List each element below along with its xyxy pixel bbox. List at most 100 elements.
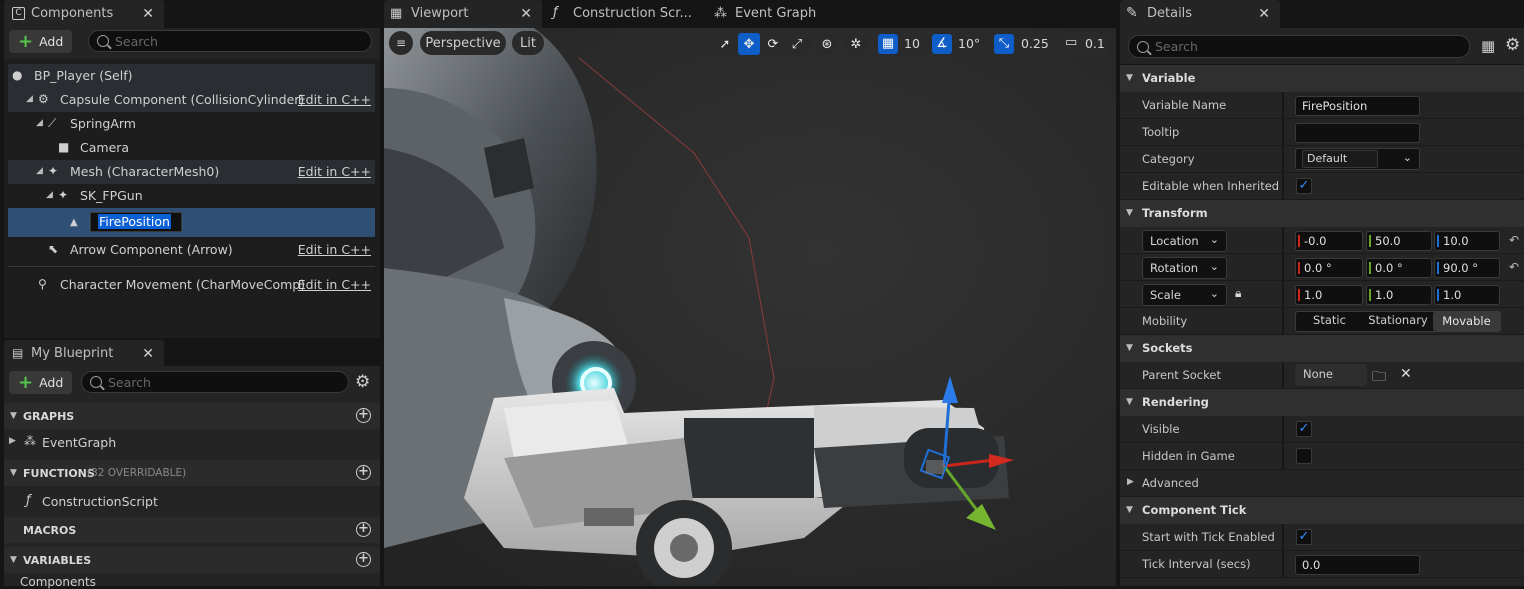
hidden-in-game-checkbox[interactable] (1296, 448, 1312, 464)
reset-icon[interactable]: ↶ (1509, 260, 1519, 274)
column-divider[interactable] (1282, 92, 1284, 200)
tree-item-mesh[interactable]: ◢ ✦ Mesh (CharacterMesh0) Edit in C++ (8, 159, 375, 183)
expand-arrow-icon[interactable]: ◢ (36, 166, 43, 176)
components-search-input[interactable] (88, 30, 372, 52)
add-graph-icon[interactable]: + (356, 408, 371, 423)
location-x-field[interactable]: -0.0 (1295, 231, 1363, 251)
search-field[interactable] (1155, 39, 1421, 54)
sockets-section-header[interactable]: ▼ Sockets (1120, 335, 1524, 362)
lock-icon[interactable]: 🔒︎ (1235, 286, 1241, 301)
add-blueprint-item-button[interactable]: + Add (9, 371, 73, 394)
tab-event-graph[interactable]: ⁂ Event Graph (710, 0, 870, 28)
add-macro-icon[interactable]: + (356, 522, 371, 537)
tab-construction-script[interactable]: ƒ Construction Scr... (546, 0, 706, 28)
reset-icon[interactable]: ↶ (1509, 233, 1519, 247)
component-tick-section-header[interactable]: ▼ Component Tick (1120, 497, 1524, 524)
edit-in-cpp-link[interactable]: Edit in C++ (298, 92, 371, 107)
mobility-static-option[interactable]: Static (1296, 313, 1363, 330)
clear-icon[interactable]: ✕ (1400, 366, 1412, 382)
tree-item-bp-player[interactable]: ● BP_Player (Self) (8, 63, 375, 87)
variable-section-header[interactable]: ▼ Variable (1120, 65, 1524, 92)
details-search-input[interactable] (1128, 35, 1470, 58)
close-icon[interactable]: ✕ (142, 6, 154, 22)
mobility-stationary-option[interactable]: Stationary (1364, 313, 1432, 330)
tree-item-springarm[interactable]: ◢ ⟋ SpringArm (8, 111, 375, 135)
location-y-field[interactable]: 50.0 (1366, 231, 1432, 251)
tree-item-sk-fpgun[interactable]: ◢ ✦ SK_FPGun (8, 183, 375, 207)
gear-icon[interactable]: ⚙ (1505, 35, 1520, 55)
edit-in-cpp-link[interactable]: Edit in C++ (298, 277, 371, 292)
world-space-icon[interactable]: ⊛ (816, 33, 838, 55)
edit-in-cpp-link[interactable]: Edit in C++ (298, 242, 371, 257)
surface-snap-icon[interactable]: ✲ (845, 33, 867, 55)
expand-arrow-icon[interactable]: ◢ (46, 190, 53, 200)
search-field[interactable] (108, 374, 315, 390)
column-divider[interactable] (1282, 362, 1284, 389)
editable-inherited-checkbox[interactable]: ✓ (1296, 178, 1312, 194)
close-icon[interactable]: ✕ (1258, 6, 1270, 22)
tab-viewport[interactable]: ▦ Viewport ✕ (384, 0, 542, 28)
rendering-section-header[interactable]: ▼ Rendering (1120, 389, 1524, 416)
expand-arrow-icon[interactable]: ◢ (26, 94, 33, 104)
column-divider[interactable] (1282, 227, 1284, 335)
column-divider[interactable] (1282, 524, 1284, 578)
category-dropdown[interactable]: Default ⌄ (1295, 148, 1420, 170)
functions-section-header[interactable]: ▼ FUNCTIONS (32 OVERRIDABLE) + (4, 460, 380, 486)
tooltip-field[interactable] (1295, 123, 1420, 143)
expand-arrow-icon[interactable]: ◢ (36, 118, 43, 128)
variables-section-header[interactable]: ▼ VARIABLES + (4, 547, 380, 573)
tree-item-capsule[interactable]: ◢ ⚙ Capsule Component (CollisionCylinder… (8, 87, 375, 111)
rotation-x-field[interactable]: 0.0 ° (1295, 258, 1363, 278)
expand-arrow-icon[interactable]: ▶ (9, 436, 16, 446)
visible-checkbox[interactable]: ✓ (1296, 421, 1312, 437)
close-icon[interactable]: ✕ (520, 6, 532, 22)
tree-item-character-movement[interactable]: ⚲ Character Movement (CharMoveComp) Edit… (8, 272, 375, 296)
tab-components[interactable]: C Components ✕ (4, 0, 164, 28)
row-advanced[interactable]: ▶ Advanced (1120, 470, 1524, 497)
tree-item-fireposition[interactable]: ▲ FirePosition (8, 210, 375, 234)
graphs-section-header[interactable]: ▼ GRAPHS + (4, 403, 380, 429)
scale-snap-toggle[interactable]: ⤡ 0.25 (990, 32, 1052, 56)
tab-my-blueprint[interactable]: ▤ My Blueprint ✕ (4, 340, 164, 368)
grid-snap-toggle[interactable]: ▦ 10 (874, 32, 924, 56)
location-z-field[interactable]: 10.0 (1434, 231, 1500, 251)
add-component-button[interactable]: + Add (9, 30, 73, 53)
search-field[interactable] (115, 33, 335, 49)
viewport-menu-button[interactable]: ≡ (389, 31, 413, 55)
tree-item-camera[interactable]: ■ Camera (8, 135, 375, 159)
mobility-movable-option[interactable]: Movable (1433, 312, 1500, 331)
variable-name-field[interactable]: FirePosition (1295, 96, 1420, 116)
scale-y-field[interactable]: 1.0 (1366, 285, 1432, 305)
rotation-y-field[interactable]: 0.0 ° (1366, 258, 1432, 278)
rotation-z-field[interactable]: 90.0 ° (1434, 258, 1500, 278)
close-icon[interactable]: ✕ (142, 346, 154, 362)
scale-dropdown[interactable]: Scale ⌄ (1142, 284, 1227, 306)
camera-speed-button[interactable]: ▭ 0.1 (1058, 32, 1110, 56)
gear-icon[interactable]: ⚙ (355, 372, 370, 392)
scale-z-field[interactable]: 1.0 (1434, 285, 1500, 305)
lit-button[interactable]: Lit (512, 31, 544, 55)
location-dropdown[interactable]: Location ⌄ (1142, 230, 1227, 252)
tree-item-arrow[interactable]: ⬉ Arrow Component (Arrow) Edit in C++ (8, 237, 375, 261)
table-view-icon[interactable]: ▦ (1481, 37, 1495, 55)
parent-socket-field[interactable]: None (1295, 364, 1367, 386)
viewport-canvas[interactable] (384, 28, 1116, 586)
column-divider[interactable] (1282, 416, 1284, 470)
add-function-icon[interactable]: + (356, 465, 371, 480)
scale-x-field[interactable]: 1.0 (1295, 285, 1363, 305)
browse-socket-icon[interactable]: 🗀︎ (1372, 366, 1386, 390)
blueprint-search-input[interactable] (81, 371, 349, 393)
macros-section-header[interactable]: MACROS + (4, 517, 380, 543)
rotate-tool-icon[interactable]: ⟳ (762, 33, 784, 55)
rotation-snap-toggle[interactable]: ∡ 10° (928, 32, 982, 56)
select-tool-icon[interactable]: ➚ (714, 33, 736, 55)
translate-tool-icon[interactable]: ✥ (738, 33, 760, 55)
add-variable-icon[interactable]: + (356, 552, 371, 567)
scale-tool-icon[interactable]: ⤢ (786, 33, 808, 55)
rename-field[interactable]: FirePosition (90, 212, 182, 232)
perspective-button[interactable]: Perspective (420, 31, 506, 55)
transform-section-header[interactable]: ▼ Transform (1120, 200, 1524, 227)
list-item-construction-script[interactable]: ƒ ConstructionScript (4, 490, 380, 514)
list-item-eventgraph[interactable]: ▶ ⁂ EventGraph (4, 431, 380, 455)
rotation-dropdown[interactable]: Rotation ⌄ (1142, 257, 1227, 279)
